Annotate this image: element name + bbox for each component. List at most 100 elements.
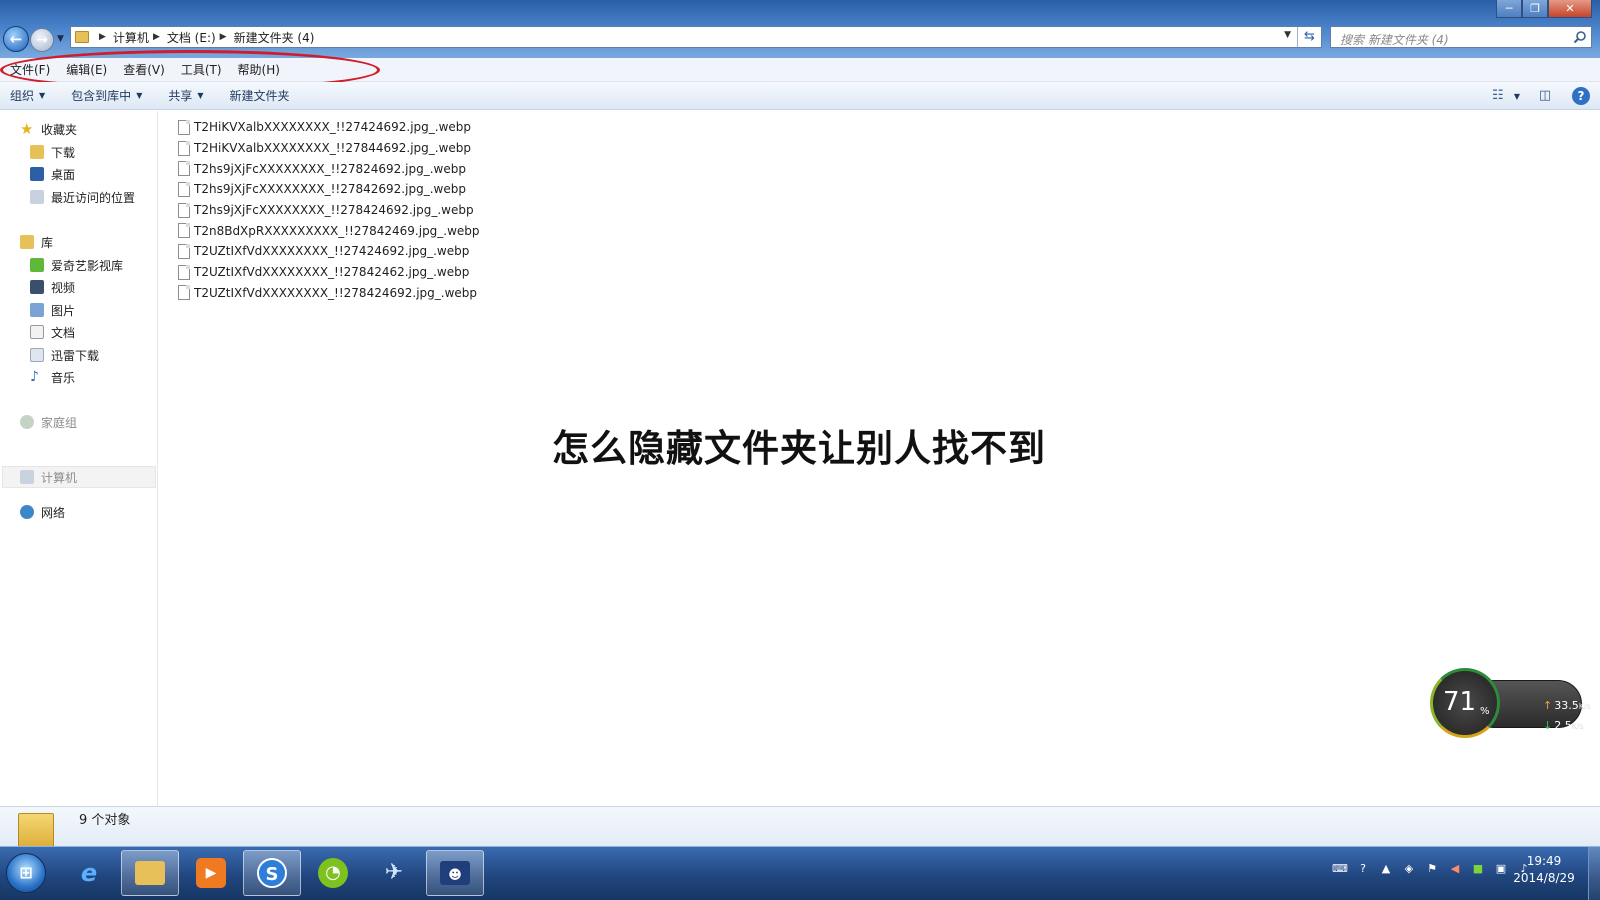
preview-pane-icon[interactable]: ◫ bbox=[1534, 86, 1556, 106]
green-app-icon: ◔ bbox=[318, 858, 348, 888]
show-desktop-button[interactable] bbox=[1588, 847, 1600, 900]
file-name: T2hs9jXjFcXXXXXXXX_!!27824692.jpg_.webp bbox=[194, 161, 466, 176]
menu-file[interactable]: 文件(F) bbox=[4, 61, 56, 78]
caret-down-icon: ▼ bbox=[39, 91, 46, 100]
nav-item-recent-places[interactable]: 最近访问的位置 bbox=[30, 187, 135, 207]
file-item[interactable]: T2HiKVXalbXXXXXXXX_!!27424692.jpg_.webp bbox=[178, 117, 480, 138]
network-speed-widget[interactable]: ↑ 33.5K/s ↓ 2.5K/s 71 % bbox=[1430, 668, 1591, 740]
menu-help[interactable]: 帮助(H) bbox=[232, 61, 286, 78]
red-tray-icon[interactable]: ◀ bbox=[1447, 861, 1463, 877]
address-bar[interactable]: ▶ 计算机 ▶ 文档 (E:) ▶ 新建文件夹 (4) ▼ ⇆ bbox=[70, 26, 1322, 48]
taskbar-display-app[interactable]: ☻ bbox=[426, 850, 484, 896]
file-item[interactable]: T2UZtIXfVdXXXXXXXX_!!27842462.jpg_.webp bbox=[178, 262, 480, 283]
breadcrumb-drive-e[interactable]: 文档 (E:) bbox=[167, 29, 216, 46]
nav-item-thunder-downloads[interactable]: 迅雷下载 bbox=[30, 345, 99, 365]
action-center-flag-icon[interactable]: ⚑ bbox=[1424, 861, 1440, 877]
file-item[interactable]: T2hs9jXjFcXXXXXXXX_!!27824692.jpg_.webp bbox=[178, 158, 480, 179]
menu-bar: 文件(F) 编辑(E) 查看(V) 工具(T) 帮助(H) bbox=[0, 58, 1600, 82]
taskbar-sogou[interactable]: S bbox=[243, 850, 301, 896]
nav-network[interactable]: 网络 bbox=[20, 502, 65, 522]
nav-computer[interactable]: 计算机 bbox=[20, 467, 77, 487]
nav-item-videos[interactable]: 视频 bbox=[30, 277, 75, 297]
recent-pages-dropdown[interactable]: ▼ bbox=[57, 34, 64, 44]
nav-libraries[interactable]: 库 bbox=[20, 232, 53, 252]
taskbar-feiq[interactable]: ✈ bbox=[365, 850, 423, 896]
nav-favorites[interactable]: ★ 收藏夹 bbox=[20, 119, 77, 139]
nav-libraries-label: 库 bbox=[41, 235, 54, 250]
menu-tools[interactable]: 工具(T) bbox=[175, 61, 228, 78]
file-name: T2UZtIXfVdXXXXXXXX_!!27424692.jpg_.webp bbox=[194, 244, 470, 259]
file-item[interactable]: T2HiKVXalbXXXXXXXX_!!27844692.jpg_.webp bbox=[178, 138, 480, 159]
nvidia-icon[interactable]: ■ bbox=[1470, 861, 1486, 877]
file-item[interactable]: T2hs9jXjFcXXXXXXXX_!!278424692.jpg_.webp bbox=[178, 200, 480, 221]
navigation-pane: ★ 收藏夹 下载 桌面 最近访问的位置 库 爱奇艺影视库 视频 图片 文档 迅雷… bbox=[0, 111, 158, 806]
upload-unit: K/s bbox=[1578, 702, 1591, 711]
breadcrumb-current-folder[interactable]: 新建文件夹 (4) bbox=[234, 29, 315, 46]
search-icon[interactable] bbox=[1573, 30, 1587, 44]
taskbar-explorer[interactable] bbox=[121, 850, 179, 896]
file-icon bbox=[178, 285, 190, 301]
file-item[interactable]: T2hs9jXjFcXXXXXXXX_!!27842692.jpg_.webp bbox=[178, 179, 480, 200]
file-icon bbox=[178, 243, 190, 259]
breadcrumb-computer[interactable]: 计算机 bbox=[113, 29, 149, 46]
taskbar-media-player[interactable]: ▶ bbox=[182, 850, 240, 896]
chevron-right-icon[interactable]: ▶ bbox=[220, 32, 227, 42]
chevron-right-icon[interactable]: ▶ bbox=[99, 32, 106, 42]
download-speed: ↓ 2.5K/s bbox=[1543, 719, 1584, 732]
start-button[interactable]: ⊞ bbox=[6, 853, 46, 893]
view-controls: ☷ ▼ ◫ ? bbox=[1473, 86, 1590, 106]
security-shield-icon[interactable]: ◈ bbox=[1401, 861, 1417, 877]
desktop-icon bbox=[30, 167, 44, 181]
nav-item-iqiyi-library[interactable]: 爱奇艺影视库 bbox=[30, 255, 123, 275]
nav-item-documents[interactable]: 文档 bbox=[30, 322, 75, 342]
nav-item-label: 图片 bbox=[51, 303, 76, 318]
pictures-icon bbox=[30, 303, 44, 317]
forward-button[interactable]: → bbox=[30, 28, 54, 52]
include-in-library-button[interactable]: 包含到库中 ▼ bbox=[71, 87, 142, 104]
organize-button[interactable]: 组织 ▼ bbox=[10, 87, 45, 104]
nav-item-label: 爱奇艺影视库 bbox=[51, 258, 124, 273]
view-options-icon[interactable]: ☷ bbox=[1487, 86, 1509, 106]
back-button[interactable]: ← bbox=[3, 26, 29, 52]
taskbar-green-app[interactable]: ◔ bbox=[304, 850, 362, 896]
share-button[interactable]: 共享 ▼ bbox=[168, 87, 203, 104]
system-tray: ⌨ ? ▲ ◈ ⚑ ◀ ■ ▣ ♪ bbox=[1325, 861, 1532, 877]
new-folder-button[interactable]: 新建文件夹 bbox=[230, 87, 290, 104]
help-tray-icon[interactable]: ? bbox=[1355, 861, 1371, 877]
menu-view[interactable]: 查看(V) bbox=[117, 61, 171, 78]
minimize-button[interactable]: ─ bbox=[1496, 0, 1522, 18]
keyboard-icon[interactable]: ⌨ bbox=[1332, 861, 1348, 877]
windows-logo-icon: ⊞ bbox=[19, 863, 33, 882]
close-button[interactable]: ✕ bbox=[1548, 0, 1592, 18]
address-dropdown-icon[interactable]: ▼ bbox=[1284, 30, 1291, 40]
nav-homegroup-label: 家庭组 bbox=[41, 415, 78, 430]
view-dropdown-icon[interactable]: ▼ bbox=[1514, 92, 1520, 101]
nav-homegroup[interactable]: 家庭组 bbox=[20, 412, 77, 432]
file-item[interactable]: T2n8BdXpRXXXXXXXXX_!!27842469.jpg_.webp bbox=[178, 220, 480, 241]
network-icon bbox=[20, 505, 34, 519]
help-icon[interactable]: ? bbox=[1572, 87, 1590, 105]
chevron-right-icon[interactable]: ▶ bbox=[153, 32, 160, 42]
forward-arrow-icon: → bbox=[36, 32, 48, 48]
upload-arrow-icon: ↑ bbox=[1543, 699, 1553, 712]
clock-time: 19:49 bbox=[1526, 854, 1562, 868]
file-name: T2UZtIXfVdXXXXXXXX_!!27842462.jpg_.webp bbox=[194, 265, 470, 280]
nav-item-pictures[interactable]: 图片 bbox=[30, 300, 75, 320]
menu-edit[interactable]: 编辑(E) bbox=[60, 61, 113, 78]
nav-item-desktop[interactable]: 桌面 bbox=[30, 164, 75, 184]
file-item[interactable]: T2UZtIXfVdXXXXXXXX_!!278424692.jpg_.webp bbox=[178, 283, 480, 304]
refresh-button[interactable]: ⇆ bbox=[1297, 27, 1321, 47]
search-input[interactable]: 搜索 新建文件夹 (4) bbox=[1330, 26, 1592, 48]
system-clock[interactable]: 19:49 2014/8/29 bbox=[1504, 853, 1584, 887]
file-item[interactable]: T2UZtIXfVdXXXXXXXX_!!27424692.jpg_.webp bbox=[178, 241, 480, 262]
internet-explorer-icon: e bbox=[80, 859, 98, 887]
show-hidden-icons[interactable]: ▲ bbox=[1378, 861, 1394, 877]
maximize-button[interactable]: ❐ bbox=[1522, 0, 1548, 18]
folder-icon bbox=[75, 31, 89, 43]
file-list: T2HiKVXalbXXXXXXXX_!!27424692.jpg_.webp … bbox=[178, 117, 480, 303]
taskbar: ⊞ e ▶ S ◔ ✈ ☻ ⌨ ? ▲ ◈ ⚑ ◀ ■ ▣ ♪ 19:49 20… bbox=[0, 846, 1600, 900]
nav-item-downloads[interactable]: 下载 bbox=[30, 142, 75, 162]
nav-item-music[interactable]: ♪ 音乐 bbox=[30, 367, 75, 387]
file-name: T2UZtIXfVdXXXXXXXX_!!278424692.jpg_.webp bbox=[194, 285, 478, 300]
taskbar-ie[interactable]: e bbox=[60, 850, 118, 896]
